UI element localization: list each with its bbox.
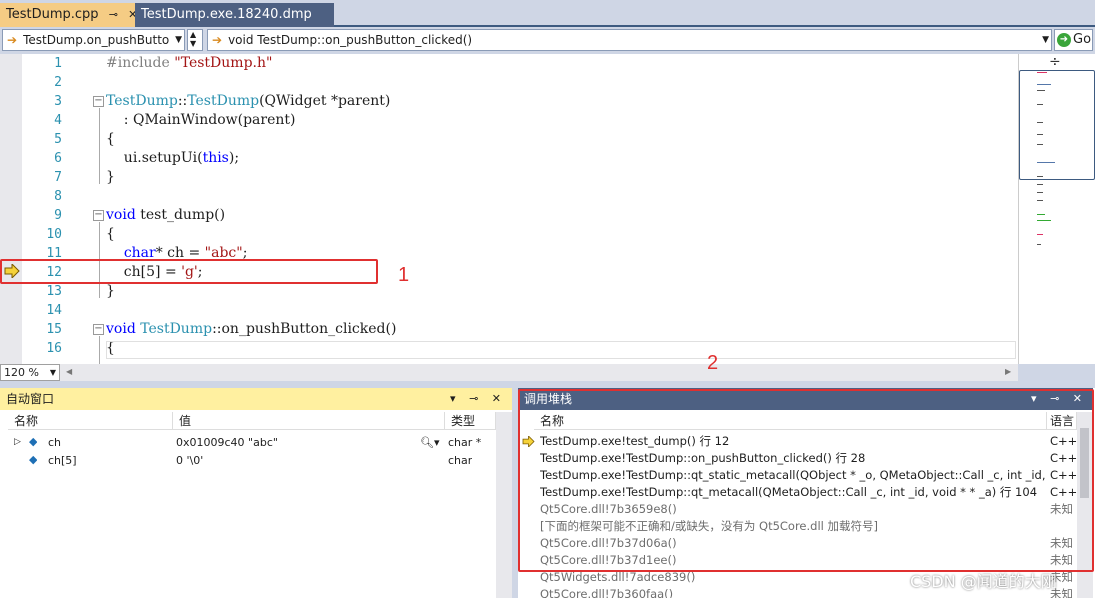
collapse-icon[interactable]: − xyxy=(93,210,104,221)
row-value: 0x01009c40 "abc" xyxy=(176,436,278,449)
line-number: 16 xyxy=(46,341,62,356)
line-number: 4 xyxy=(54,113,62,128)
scope-dropdown[interactable]: ➔ TestDump.on_pushButto ▼ xyxy=(2,29,185,51)
line-number: 9 xyxy=(54,208,62,223)
overview-line xyxy=(1037,192,1043,193)
overview-line xyxy=(1037,104,1043,105)
zoom-value: 120 % xyxy=(4,366,39,379)
autos-title: 自动窗口 xyxy=(6,392,55,406)
variable-icon: ◆ xyxy=(29,453,38,466)
overview-line xyxy=(1037,184,1043,185)
code-line: void TestDump::on_pushButton_clicked() xyxy=(106,321,397,337)
document-tab-bar: TestDump.cpp ⊸ ✕ TestDump.exe.18240.dmp xyxy=(0,0,1095,27)
code-line: ui.setupUi(this); xyxy=(106,150,240,166)
fold-guide xyxy=(99,336,100,364)
tab-label: TestDump.exe.18240.dmp xyxy=(141,7,312,22)
chevron-down-icon: ▼ xyxy=(1042,35,1049,45)
overview-line xyxy=(1037,134,1043,135)
annotation-label-2: 2 xyxy=(707,352,719,374)
line-number: 1 xyxy=(54,56,62,71)
collapse-icon[interactable]: − xyxy=(93,324,104,335)
row-type: char xyxy=(448,454,473,467)
overview-line xyxy=(1037,176,1043,177)
scroll-right-icon[interactable]: ▶ xyxy=(1005,367,1011,376)
row-type: char * xyxy=(448,436,482,449)
overview-line xyxy=(1037,220,1051,221)
overview-line xyxy=(1037,244,1041,245)
editor-bottom-bar: 120 % ▼ ◀ ▶ xyxy=(0,364,1018,381)
code-line: } xyxy=(106,283,115,299)
spin-buttons[interactable]: ▲ ▼ xyxy=(187,29,203,51)
tab-dump-file[interactable]: TestDump.exe.18240.dmp xyxy=(135,3,334,27)
code-line: } xyxy=(106,169,115,185)
indicator-margin[interactable] xyxy=(0,54,22,364)
autos-title-bar[interactable]: 自动窗口 ▾ ⊸ ✕ xyxy=(0,388,512,410)
watermark: CSDN @闻道的大刚 xyxy=(910,572,1057,591)
chevron-down-icon: ▼ xyxy=(175,35,182,45)
variable-icon: ◆ xyxy=(29,435,38,448)
code-line: { xyxy=(106,131,115,147)
code-line: void test_dump() xyxy=(106,207,226,223)
tab-testdump-cpp[interactable]: TestDump.cpp ⊸ ✕ xyxy=(0,3,137,27)
scroll-left-icon[interactable]: ◀ xyxy=(66,367,72,376)
call-stack-annotation-box xyxy=(518,389,1094,572)
line-number: 7 xyxy=(54,170,62,185)
column-header-type[interactable]: 类型 xyxy=(445,412,496,430)
code-line: { xyxy=(106,226,115,242)
overview-viewport[interactable] xyxy=(1019,70,1095,180)
go-label: Go xyxy=(1073,32,1092,47)
overview-line xyxy=(1037,144,1043,145)
overview-line xyxy=(1037,90,1045,91)
row-value: 0 '\0' xyxy=(176,454,204,467)
code-line: TestDump::TestDump(QWidget *parent) xyxy=(106,93,391,109)
fold-guide xyxy=(99,108,100,184)
current-line-annotation-box xyxy=(0,259,378,284)
line-number: 14 xyxy=(46,303,62,318)
chevron-down-icon: ▼ xyxy=(49,368,56,377)
panel-tools[interactable]: ▾ ⊸ ✕ xyxy=(450,388,506,410)
caret-line-highlight xyxy=(106,341,1016,359)
overview-line xyxy=(1037,214,1045,215)
member-dropdown[interactable]: ➔ void TestDump::on_pushButton_clicked() … xyxy=(207,29,1052,51)
arrow-icon: ➔ xyxy=(212,33,223,47)
column-header-value[interactable]: 值 xyxy=(173,412,445,430)
code-editor[interactable]: 1 2 3 4 5 6 7 8 9 10 11 12 13 14 15 16 −… xyxy=(0,54,1018,364)
code-line: #include "TestDump.h" xyxy=(106,55,273,71)
line-number: 3 xyxy=(54,94,62,109)
collapse-icon[interactable]: − xyxy=(93,96,104,107)
navigation-bar: ➔ TestDump.on_pushButto ▼ ▲ ▼ ➔ void TestDu… xyxy=(0,27,1095,54)
overview-line xyxy=(1037,84,1051,85)
code-line: : QMainWindow(parent) xyxy=(106,112,296,128)
member-dropdown-value: void TestDump::on_pushButton_clicked() xyxy=(228,33,473,47)
row-name: ch xyxy=(48,436,62,449)
split-icon[interactable]: ÷ xyxy=(1049,54,1061,70)
code-overview-map[interactable]: ÷ xyxy=(1018,54,1095,364)
pin-icon[interactable]: ⊸ xyxy=(109,3,118,27)
overview-line xyxy=(1037,200,1043,201)
vertical-scrollbar[interactable] xyxy=(496,412,512,598)
zoom-dropdown[interactable]: 120 % ▼ xyxy=(0,364,60,381)
column-header-name[interactable]: 名称 xyxy=(8,412,173,430)
overview-line xyxy=(1037,122,1043,123)
line-number: 13 xyxy=(46,284,62,299)
arrow-icon: ➔ xyxy=(7,33,18,47)
overview-line xyxy=(1037,162,1055,163)
magnifier-icon[interactable]: 🔍︎▾ xyxy=(420,434,440,451)
autos-window: 自动窗口 ▾ ⊸ ✕ 名称 值 类型 ▷ ◆ ch 0x01009c40 "ab… xyxy=(0,388,512,598)
line-number: 10 xyxy=(46,227,62,242)
line-number: 8 xyxy=(54,189,62,204)
scope-dropdown-value: TestDump.on_pushButto xyxy=(23,33,170,47)
overview-line xyxy=(1037,72,1047,73)
line-number: 15 xyxy=(46,322,62,337)
go-button[interactable]: ➜ Go xyxy=(1054,29,1093,51)
line-number: 5 xyxy=(54,132,62,147)
annotation-label-1: 1 xyxy=(398,264,410,286)
line-number: 2 xyxy=(54,75,62,90)
tab-label: TestDump.cpp xyxy=(6,7,99,22)
go-icon: ➜ xyxy=(1057,33,1071,47)
line-number: 6 xyxy=(54,151,62,166)
row-name: ch[5] xyxy=(48,454,77,467)
overview-line xyxy=(1037,234,1043,235)
expand-icon[interactable]: ▷ xyxy=(14,434,21,451)
